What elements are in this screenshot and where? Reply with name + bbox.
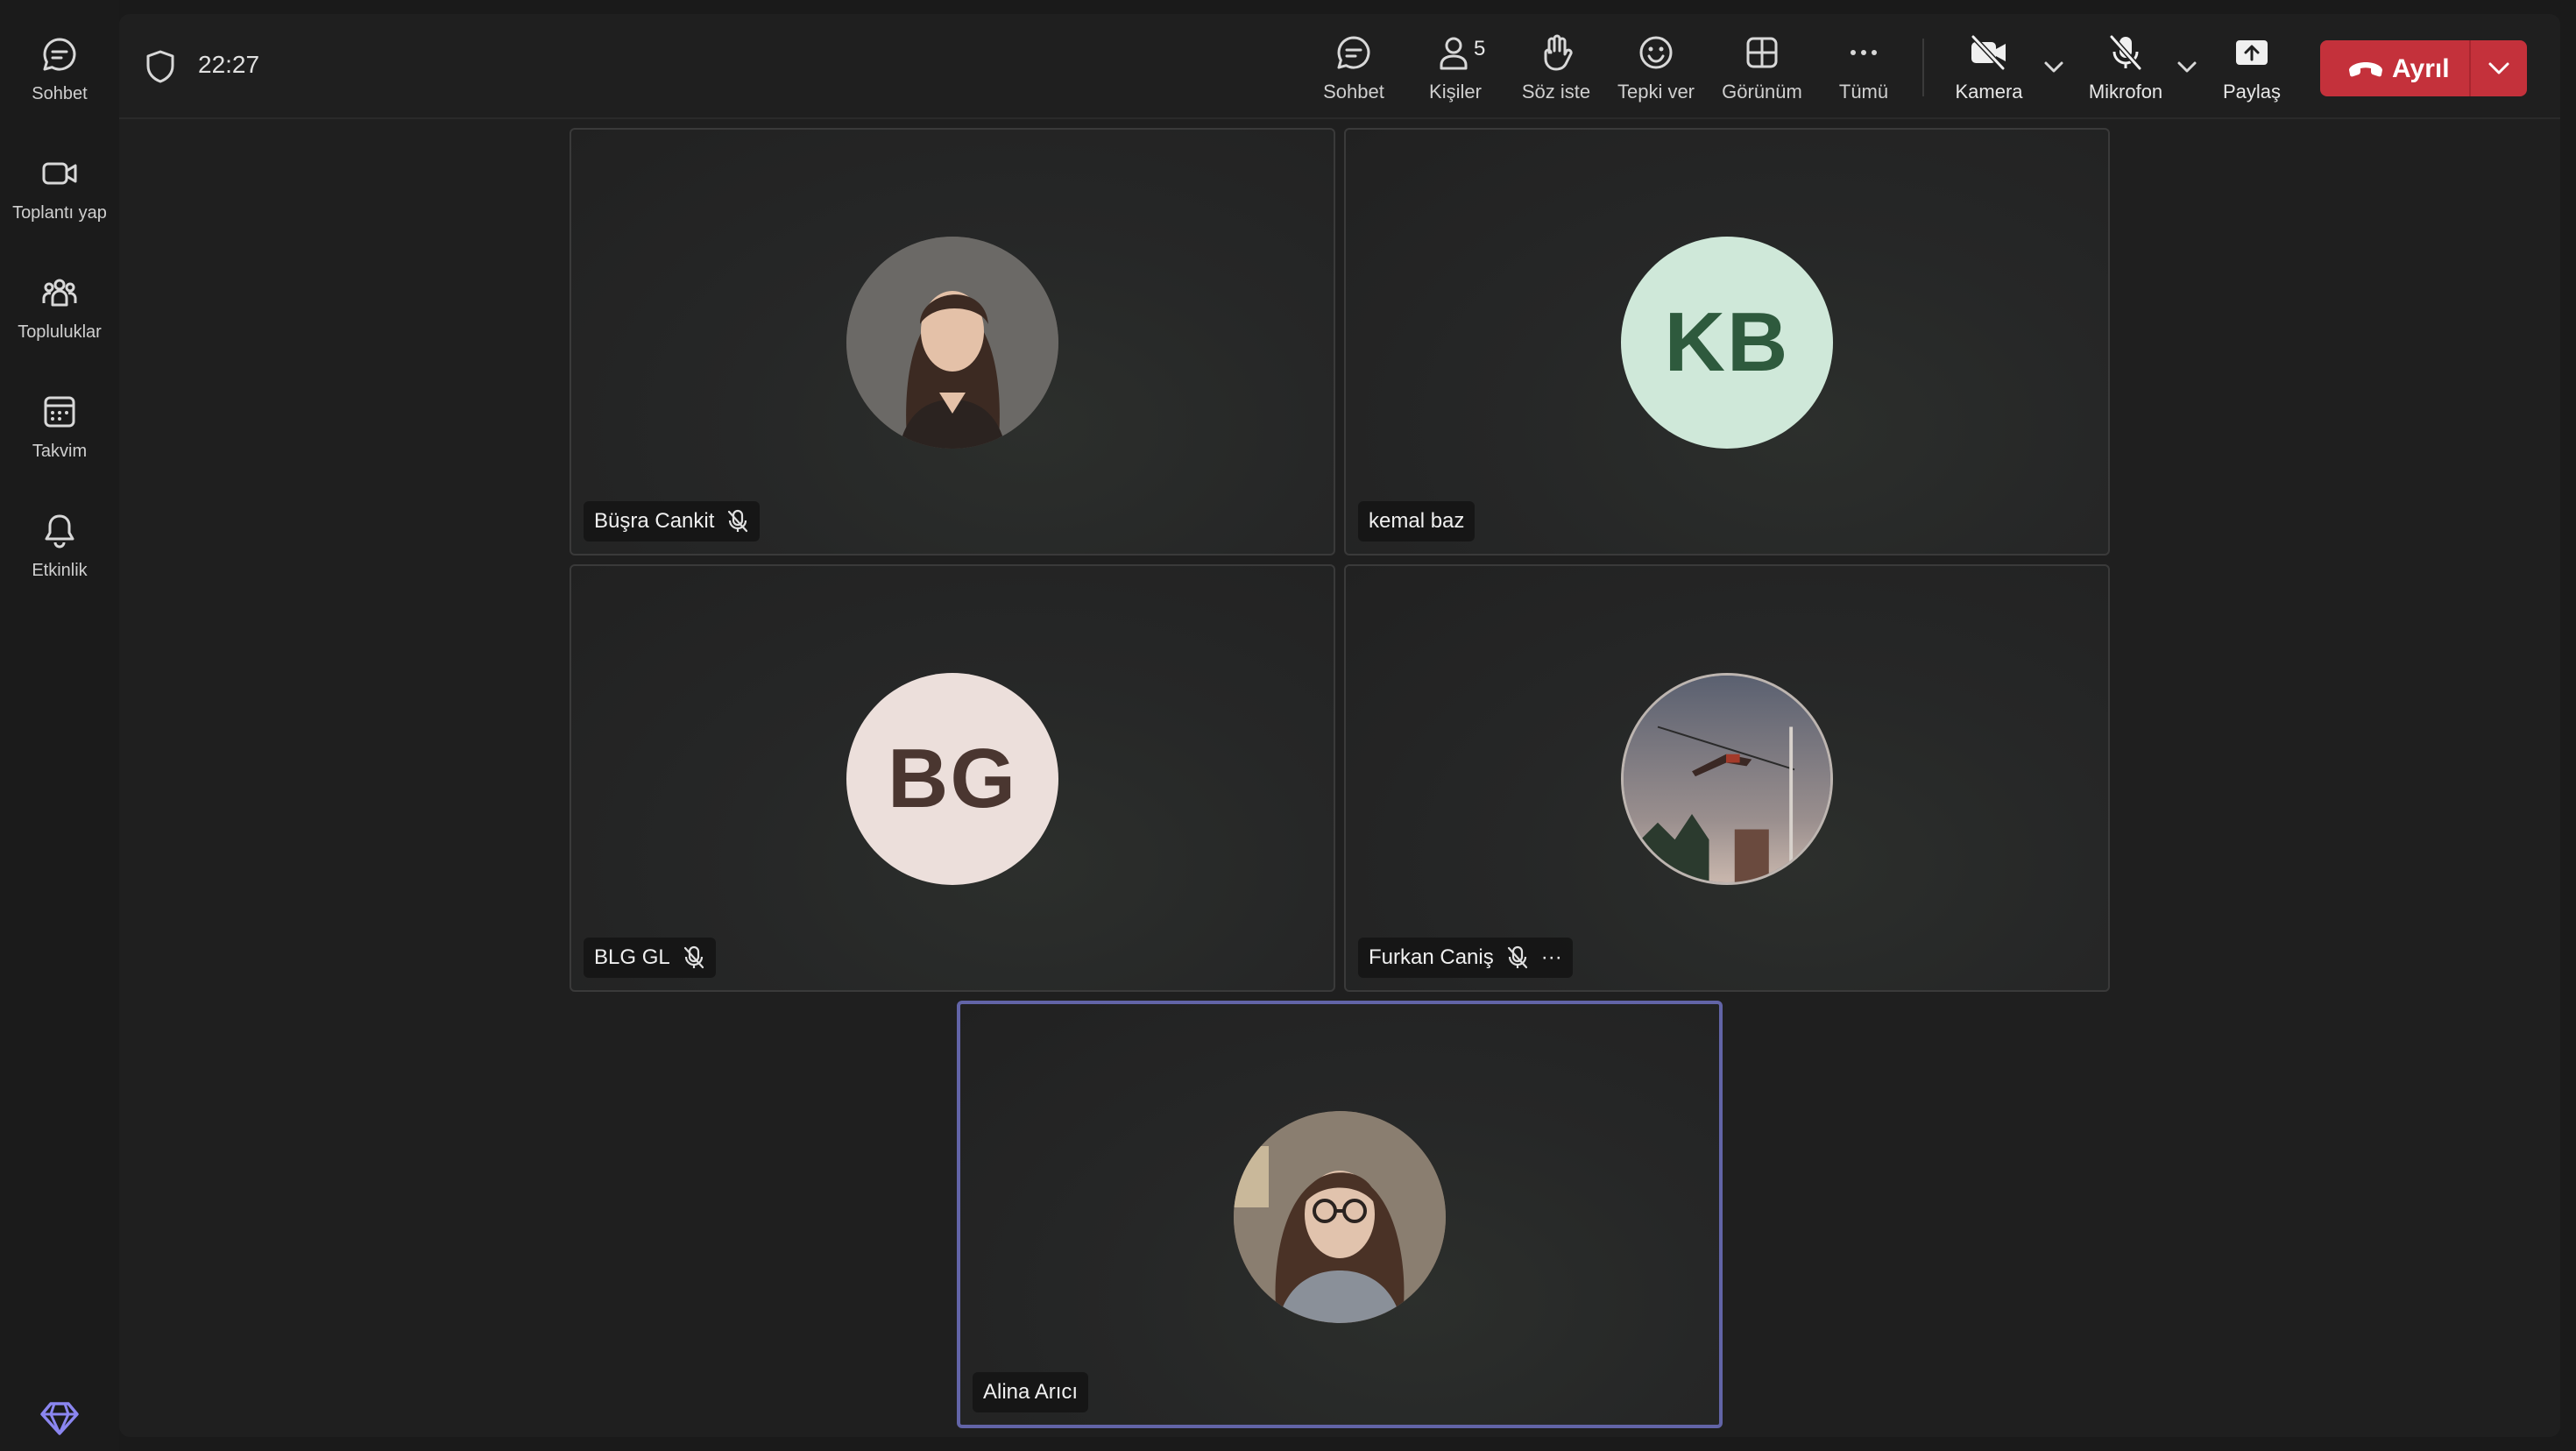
chevron-down-icon	[2488, 62, 2509, 74]
smiley-icon	[1639, 36, 1673, 69]
participant-name: Büşra Cankit	[594, 509, 715, 533]
people-button-label: Kişiler	[1429, 81, 1482, 103]
hang-up-icon	[2349, 62, 2382, 77]
chat-icon	[43, 38, 76, 71]
avatar-initials: KB	[1664, 295, 1790, 389]
camera-off-icon	[1971, 34, 2006, 71]
camera-options-chevron-icon[interactable]	[2042, 56, 2066, 77]
leave-button[interactable]: Ayrıl	[2320, 40, 2469, 96]
more-button[interactable]: Tümü	[1826, 33, 1901, 107]
chat-button-label: Sohbet	[1323, 81, 1384, 103]
participant-name: Furkan Caniş	[1369, 945, 1494, 969]
chat-icon	[1337, 36, 1370, 69]
avatar	[846, 237, 1058, 449]
rail-calendar[interactable]: Takvim	[0, 393, 119, 489]
more-button-label: Tümü	[1838, 81, 1889, 103]
participant-tile-active[interactable]: Alina Arıcı	[957, 1001, 1723, 1428]
participant-more-button[interactable]: ···	[1541, 945, 1562, 970]
mic-muted-icon	[683, 945, 705, 970]
more-dots-icon	[1851, 50, 1877, 55]
participant-name-tag: kemal baz	[1358, 501, 1476, 541]
rail-communities[interactable]: Topluluklar	[0, 273, 119, 370]
mic-muted-icon	[1506, 945, 1529, 970]
rail-meet[interactable]: Toplantı yap	[0, 154, 119, 251]
avatar-initials: BG	[888, 732, 1017, 825]
leave-options-button[interactable]	[2471, 40, 2527, 96]
rail-meet-label: Toplantı yap	[12, 203, 107, 223]
mic-button[interactable]: Mikrofon	[2077, 33, 2175, 107]
toolbar-divider	[1922, 39, 1924, 96]
communities-icon	[42, 279, 77, 307]
rail-activity-label: Etkinlik	[32, 561, 88, 580]
avatar	[1234, 1111, 1446, 1323]
mic-options-chevron-icon[interactable]	[2175, 56, 2199, 77]
rail-chat[interactable]: Sohbet	[0, 35, 119, 131]
participant-name-tag: Alina Arıcı	[973, 1372, 1089, 1412]
participant-name-tag: Furkan Caniş ···	[1358, 938, 1573, 978]
rail-chat-label: Sohbet	[32, 84, 88, 103]
react-button-label: Tepki ver	[1617, 81, 1695, 103]
leave-button-group: Ayrıl	[2320, 40, 2527, 96]
rail-calendar-label: Takvim	[32, 442, 88, 461]
rail-activity[interactable]: Etkinlik	[0, 512, 119, 608]
avatar: KB	[1621, 237, 1833, 449]
grid-view-icon	[1746, 37, 1778, 68]
participant-name: kemal baz	[1369, 509, 1465, 533]
mic-muted-icon	[726, 509, 749, 534]
avatar: BG	[846, 673, 1058, 885]
view-button[interactable]: Görünüm	[1716, 33, 1808, 107]
rail-communities-label: Topluluklar	[18, 322, 102, 342]
meeting-timer: 22:27	[198, 51, 260, 78]
leave-button-label: Ayrıl	[2392, 54, 2450, 83]
camera-button[interactable]: Kamera	[1947, 33, 2031, 107]
video-icon	[42, 162, 77, 185]
participant-name-tag: Büşra Cankit	[584, 501, 761, 541]
react-button[interactable]: Tepki ver	[1612, 33, 1700, 107]
participant-tile[interactable]: BG BLG GL	[570, 564, 1335, 992]
shield-icon	[146, 50, 174, 83]
people-count: 5	[1474, 37, 1486, 60]
participant-name: BLG GL	[594, 945, 670, 969]
share-button-label: Paylaş	[2222, 81, 2282, 103]
camera-button-label: Kamera	[1955, 81, 2023, 103]
chat-button[interactable]: Sohbet	[1316, 33, 1391, 107]
share-button[interactable]: Paylaş	[2208, 33, 2296, 107]
participant-tile[interactable]: Furkan Caniş ···	[1344, 564, 2110, 992]
mic-button-label: Mikrofon	[2088, 81, 2163, 103]
hand-icon	[1544, 34, 1573, 71]
bell-icon	[45, 514, 74, 549]
mic-off-icon	[2109, 35, 2142, 70]
participant-name: Alina Arıcı	[983, 1380, 1079, 1404]
calendar-icon	[44, 396, 75, 428]
avatar	[1621, 673, 1833, 885]
participant-name-tag: BLG GL	[584, 938, 716, 978]
share-screen-icon	[2236, 40, 2268, 65]
participant-tile[interactable]: KB kemal baz	[1344, 128, 2110, 556]
raise-hand-button[interactable]: Söz iste	[1514, 33, 1598, 107]
participant-tile[interactable]: Büşra Cankit	[570, 128, 1335, 556]
people-button[interactable]: 5 Kişiler	[1416, 33, 1495, 107]
meeting-toolbar: 22:27 Sohbet 5 Kişiler Söz iste Tepki ve…	[119, 14, 2560, 119]
premium-diamond-icon[interactable]	[39, 1397, 81, 1439]
person-icon	[1440, 37, 1468, 70]
meeting-stage: 22:27 Sohbet 5 Kişiler Söz iste Tepki ve…	[119, 14, 2560, 1437]
view-button-label: Görünüm	[1722, 81, 1802, 103]
app-rail: Sohbet Toplantı yap Topluluklar Takvim E…	[0, 0, 119, 1451]
raise-hand-label: Söz iste	[1521, 81, 1591, 103]
